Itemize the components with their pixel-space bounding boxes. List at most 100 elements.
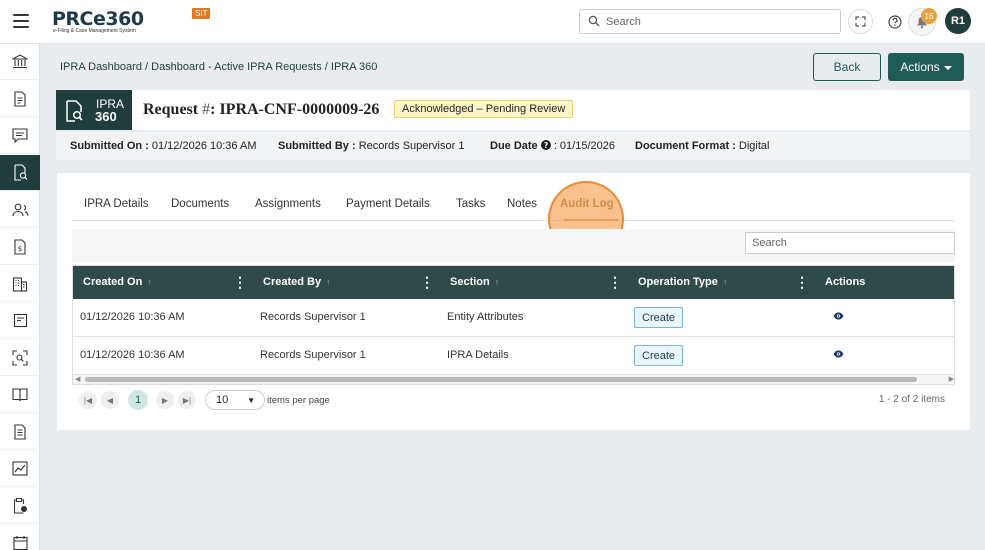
sidebar-item-scan[interactable]	[0, 340, 40, 376]
operation-type-button[interactable]: Create	[634, 345, 684, 366]
clipboard-clock-icon	[13, 498, 27, 514]
hamburger-menu-icon[interactable]	[13, 14, 29, 28]
back-button[interactable]: Back	[813, 53, 881, 81]
grid-toolbar	[72, 229, 955, 262]
document-search-icon	[13, 164, 27, 181]
request-id: : IPRA-CNF-0000009-26	[210, 101, 380, 118]
operation-type-button[interactable]: Create	[634, 307, 684, 328]
audit-log-panel: IPRA Details Documents Assignments Payme…	[57, 173, 970, 430]
tab-assignments[interactable]: Assignments	[255, 198, 321, 210]
status-badge: Acknowledged – Pending Review	[394, 100, 574, 118]
breadcrumb-active-requests[interactable]: Dashboard - Active IPRA Requests	[151, 61, 322, 73]
help-button[interactable]	[882, 9, 907, 34]
sidebar-item-dashboard[interactable]	[0, 44, 40, 80]
global-search-input[interactable]	[606, 13, 831, 30]
fullscreen-button[interactable]	[848, 9, 873, 34]
comments-icon	[12, 128, 28, 143]
request-tabs: IPRA Details Documents Assignments Payme…	[72, 189, 955, 221]
submitted-on: Submitted On : 01/12/2026 10:36 AM	[70, 140, 257, 152]
scroll-right-icon[interactable]: ▶	[949, 375, 954, 383]
help-circle-icon	[887, 14, 902, 29]
sidebar-item-ipra[interactable]	[0, 155, 40, 191]
tab-ipra-details[interactable]: IPRA Details	[84, 198, 149, 210]
column-header-created-on[interactable]: Created On ↑	[83, 276, 152, 288]
top-bar: PRCe360 e-Filing & Case Management Syste…	[0, 0, 985, 44]
fullscreen-icon	[855, 16, 866, 27]
sidebar-item-library[interactable]	[0, 377, 40, 413]
user-avatar[interactable]: R1	[945, 8, 971, 34]
sidebar-item-tasks[interactable]	[0, 303, 40, 339]
first-page-icon[interactable]: |◀	[79, 391, 97, 409]
due-date: Due Date ? : 01/15/2026	[490, 140, 615, 152]
breadcrumb: IPRA Dashboard / Dashboard - Active IPRA…	[60, 61, 377, 73]
page-size-select[interactable]: 10 ▼	[205, 390, 265, 410]
sidebar: $	[0, 44, 40, 550]
svg-text:?: ?	[544, 141, 548, 150]
logo-text: PRCe360	[52, 8, 144, 30]
request-title-prefix: Request	[143, 101, 199, 118]
column-menu-icon[interactable]: ⋮	[608, 275, 622, 289]
notification-count-badge: 16	[921, 8, 937, 24]
search-icon	[588, 15, 600, 27]
calendar-icon	[12, 536, 28, 550]
column-header-operation-type[interactable]: Operation Type ↑	[638, 276, 727, 288]
tab-audit-log[interactable]: Audit Log	[560, 198, 614, 210]
tab-tasks[interactable]: Tasks	[456, 198, 485, 210]
sidebar-item-reports[interactable]	[0, 451, 40, 487]
tab-documents[interactable]: Documents	[171, 198, 229, 210]
request-meta: Submitted On : 01/12/2026 10:36 AM Submi…	[56, 132, 970, 160]
eye-icon[interactable]	[833, 312, 844, 320]
cell-created-by: Records Supervisor 1	[260, 349, 366, 361]
active-tab-indicator	[564, 219, 618, 221]
document-search-icon	[66, 100, 83, 122]
pagination-info: 1 - 2 of 2 items	[878, 394, 945, 405]
sidebar-item-users[interactable]	[0, 192, 40, 228]
horizontal-scrollbar[interactable]: ◀ ▶	[73, 375, 954, 384]
tab-payment-details[interactable]: Payment Details	[346, 198, 430, 210]
previous-page-icon[interactable]: ◀	[101, 391, 119, 409]
request-header: IPRA 360 Request #: IPRA-CNF-0000009-26 …	[56, 90, 970, 130]
app-logo[interactable]: PRCe360 e-Filing & Case Management Syste…	[52, 8, 211, 38]
sidebar-item-agencies[interactable]	[0, 266, 40, 302]
tab-notes[interactable]: Notes	[507, 198, 537, 210]
request-title-hash: #	[202, 101, 211, 118]
column-menu-icon[interactable]: ⋮	[795, 275, 809, 289]
last-page-icon[interactable]: ▶|	[178, 391, 196, 409]
eye-icon[interactable]	[833, 350, 844, 358]
sidebar-item-documents[interactable]	[0, 81, 40, 117]
submitted-by: Submitted By : Records Supervisor 1	[278, 140, 465, 152]
breadcrumb-ipra-dashboard[interactable]: IPRA Dashboard	[60, 61, 142, 73]
column-menu-icon[interactable]: ⋮	[420, 275, 434, 289]
request-title: Request #: IPRA-CNF-0000009-26	[143, 101, 379, 119]
actions-dropdown-button[interactable]: Actions	[888, 53, 964, 81]
next-page-icon[interactable]: ▶	[156, 391, 174, 409]
column-menu-icon[interactable]: ⋮	[233, 275, 247, 289]
document-format: Document Format : Digital	[635, 140, 770, 152]
column-header-section[interactable]: Section ↑	[450, 276, 499, 288]
scroll-left-icon[interactable]: ◀	[75, 375, 80, 383]
breadcrumb-current: IPRA 360	[330, 61, 378, 73]
svg-text:$: $	[18, 245, 22, 253]
help-circle-icon[interactable]: ?	[540, 140, 551, 150]
building-icon	[12, 276, 28, 292]
sort-arrow-icon: ↑	[494, 277, 500, 287]
form-icon	[14, 423, 26, 440]
task-edit-icon	[13, 313, 27, 328]
logo-subtext: e-Filing & Case Management System	[53, 28, 136, 34]
scrollbar-thumb[interactable]	[85, 377, 917, 382]
cell-section: IPRA Details	[447, 349, 509, 361]
sidebar-item-clipboard[interactable]	[0, 488, 40, 524]
cell-section: Entity Attributes	[447, 311, 524, 323]
page-number-button[interactable]: 1	[128, 390, 148, 410]
caret-down-icon	[943, 65, 952, 70]
book-open-icon	[12, 388, 28, 402]
sidebar-item-calendar[interactable]	[0, 525, 40, 550]
sidebar-item-payments[interactable]: $	[0, 229, 40, 265]
breadcrumb-separator: /	[145, 61, 149, 73]
ipra360-badge: IPRA 360	[56, 90, 132, 130]
column-header-created-by[interactable]: Created By ↑	[263, 276, 331, 288]
grid-search-input[interactable]	[745, 232, 955, 254]
global-search	[579, 9, 841, 34]
sidebar-item-forms[interactable]	[0, 414, 40, 450]
sidebar-item-comments[interactable]	[0, 118, 40, 154]
